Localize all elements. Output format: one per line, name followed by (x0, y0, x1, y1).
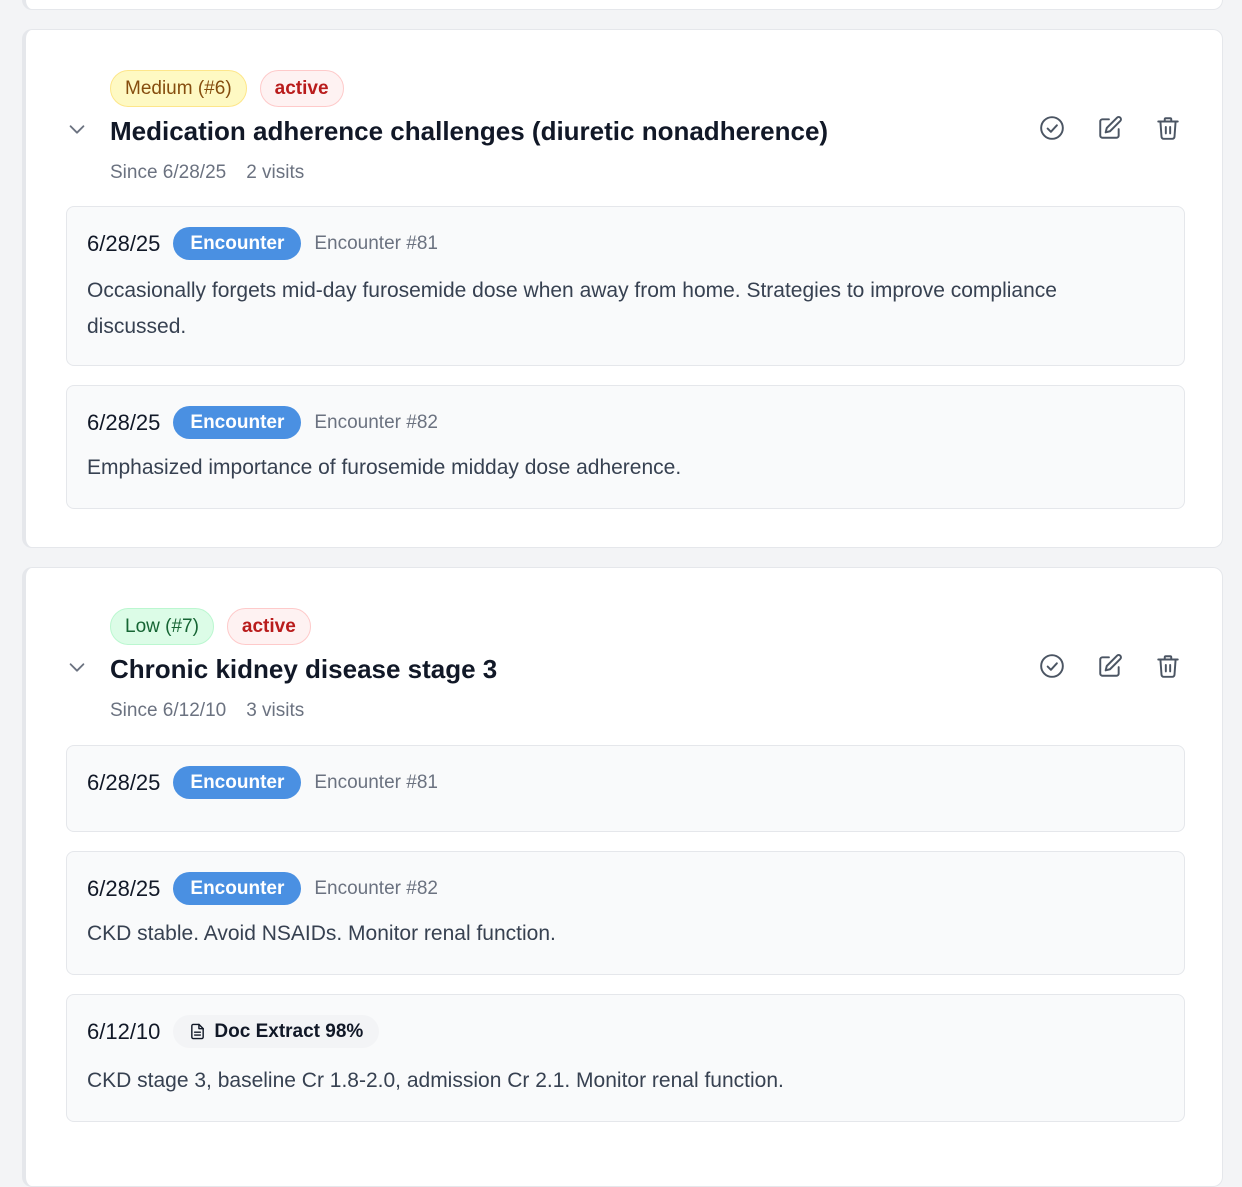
chevron-down-icon[interactable] (66, 656, 88, 678)
problem-card: Low (#7) active Chronic kidney disease s… (22, 567, 1223, 1187)
problem-card-header[interactable]: Medium (#6) active Medication adherence … (26, 30, 1222, 206)
doc-extract-badge[interactable]: Doc Extract 98% (173, 1015, 380, 1048)
encounter-link[interactable]: Encounter #82 (314, 412, 438, 434)
problem-card-header[interactable]: Low (#7) active Chronic kidney disease s… (26, 568, 1222, 744)
problem-actions (1038, 114, 1182, 142)
entry-header: 6/28/25 Encounter Encounter #81 (87, 766, 438, 799)
problem-meta: Since 6/12/10 3 visits (110, 700, 304, 722)
entry-header: 6/28/25 Encounter Encounter #81 (87, 227, 438, 260)
edit-icon[interactable] (1096, 114, 1124, 142)
trash-icon[interactable] (1154, 114, 1182, 142)
document-icon (189, 1023, 206, 1040)
previous-problem-card (22, 0, 1223, 10)
problem-actions (1038, 652, 1182, 680)
entry-header: 6/28/25 Encounter Encounter #82 (87, 406, 438, 439)
trash-icon[interactable] (1154, 652, 1182, 680)
encounter-badge[interactable]: Encounter (173, 766, 302, 799)
encounter-badge[interactable]: Encounter (173, 227, 302, 260)
doc-extract-label: Doc Extract 98% (214, 1020, 364, 1042)
priority-badge: Medium (#6) (110, 70, 247, 107)
visit-count: 3 visits (246, 700, 305, 721)
priority-badge: Low (#7) (110, 608, 214, 645)
problem-meta: Since 6/28/25 2 visits (110, 162, 304, 184)
status-badge: active (226, 608, 311, 645)
entry-date: 6/28/25 (87, 875, 161, 901)
visit-count: 2 visits (246, 162, 305, 183)
entry-date: 6/28/25 (87, 409, 161, 435)
since-date: Since 6/28/25 (110, 162, 227, 183)
entry-date: 6/28/25 (87, 769, 161, 795)
problem-card: Medium (#6) active Medication adherence … (22, 29, 1223, 548)
encounter-link[interactable]: Encounter #81 (314, 233, 438, 255)
entry-note: CKD stage 3, baseline Cr 1.8-2.0, admiss… (87, 1069, 784, 1092)
entry-header: 6/12/10 Doc Extract 98% (87, 1015, 380, 1048)
entry-note: CKD stable. Avoid NSAIDs. Monitor renal … (87, 922, 556, 945)
encounter-entry: 6/28/25 Encounter Encounter #82 CKD stab… (66, 851, 1185, 975)
chevron-down-icon[interactable] (66, 118, 88, 140)
problem-title: Chronic kidney disease stage 3 (110, 654, 498, 684)
entry-date: 6/12/10 (87, 1018, 161, 1044)
encounter-entry: 6/28/25 Encounter Encounter #81 (66, 745, 1185, 832)
entry-header: 6/28/25 Encounter Encounter #82 (87, 872, 438, 905)
check-circle-icon[interactable] (1038, 114, 1066, 142)
encounter-entry: 6/28/25 Encounter Encounter #82 Emphasiz… (66, 385, 1185, 509)
problem-badges: Low (#7) active (110, 608, 311, 645)
document-entry: 6/12/10 Doc Extract 98% CKD stage 3, bas… (66, 994, 1185, 1122)
status-badge: active (259, 70, 344, 107)
problem-title: Medication adherence challenges (diureti… (110, 116, 829, 146)
encounter-link[interactable]: Encounter #81 (314, 772, 438, 794)
entry-date: 6/28/25 (87, 230, 161, 256)
entry-note: Occasionally forgets mid-day furosemide … (87, 279, 1057, 338)
encounter-link[interactable]: Encounter #82 (314, 878, 438, 900)
entry-note: Emphasized importance of furosemide midd… (87, 456, 682, 479)
edit-icon[interactable] (1096, 652, 1124, 680)
check-circle-icon[interactable] (1038, 652, 1066, 680)
encounter-badge[interactable]: Encounter (173, 872, 302, 905)
encounter-badge[interactable]: Encounter (173, 406, 302, 439)
since-date: Since 6/12/10 (110, 700, 227, 721)
problem-badges: Medium (#6) active (110, 70, 344, 107)
encounter-entry: 6/28/25 Encounter Encounter #81 Occasion… (66, 206, 1185, 366)
